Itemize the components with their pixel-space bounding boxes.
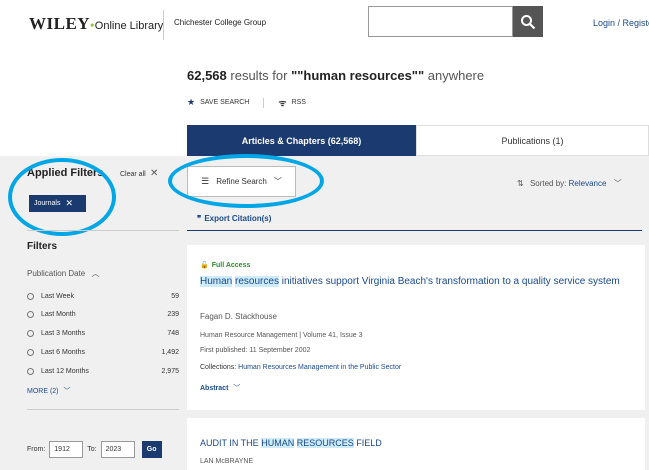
filters-title: Filters xyxy=(27,241,58,252)
date-option-count: 59 xyxy=(171,293,179,300)
title-text: FIELD xyxy=(356,438,382,448)
star-icon: ★ xyxy=(187,97,196,107)
date-option-label: Last 3 Months xyxy=(41,330,85,337)
radio-button[interactable] xyxy=(27,368,34,375)
search-icon xyxy=(521,14,536,29)
date-option-last-month[interactable]: Last Month 239 xyxy=(27,311,179,318)
publication-date-toggle[interactable]: Publication Date ︿ xyxy=(27,268,100,279)
to-label: To: xyxy=(87,446,97,453)
publication-date-label: Publication Date xyxy=(27,269,86,278)
radio-button[interactable] xyxy=(27,311,34,318)
result-card xyxy=(187,245,645,410)
rss-icon: ᯤ xyxy=(278,98,287,108)
collections-link[interactable]: Human Resources Management in the Public… xyxy=(238,364,401,371)
date-option-label: Last 12 Months xyxy=(41,368,89,375)
more-label: MORE (2) xyxy=(27,388,59,395)
results-query: ""human resources"" xyxy=(291,68,425,83)
annotation-circle-applied-filters xyxy=(8,158,116,236)
chevron-down-icon: ﹀ xyxy=(63,388,71,395)
radio-button[interactable] xyxy=(27,293,34,300)
results-heading: 62,568 results for ""human resources"" a… xyxy=(187,68,484,83)
chevron-down-icon: ﹀ xyxy=(233,385,241,392)
date-option-last-6-months[interactable]: Last 6 Months 1,492 xyxy=(27,349,179,356)
header-divider xyxy=(163,10,164,40)
results-count: 62,568 xyxy=(187,68,227,83)
date-option-label: Last Month xyxy=(41,311,76,318)
radio-button[interactable] xyxy=(27,349,34,356)
result-title-link[interactable]: Human resources initiatives support Virg… xyxy=(200,274,632,289)
date-option-last-12-months[interactable]: Last 12 Months 2,975 xyxy=(27,368,179,375)
title-text: AUDIT IN THE xyxy=(200,438,259,448)
logo-subtitle: Online Library xyxy=(94,20,164,32)
results-scope: anywhere xyxy=(427,68,485,83)
date-option-last-3-months[interactable]: Last 3 Months 748 xyxy=(27,330,179,337)
result-journal[interactable]: Human Resource Management | Volume 41, I… xyxy=(200,332,363,339)
more-date-options-link[interactable]: MORE (2) ﹀ xyxy=(27,386,70,396)
clear-all-link[interactable]: Clear all xyxy=(120,171,146,178)
from-label: From: xyxy=(27,446,46,453)
institution-name: Chichester College Group xyxy=(174,18,267,27)
logo-wordmark: WILEY xyxy=(29,14,91,33)
from-year-input[interactable]: 1912 xyxy=(49,441,84,458)
search-button[interactable] xyxy=(513,6,543,37)
access-badge: 🔓 Full Access xyxy=(200,261,250,269)
save-rss-row: ★ SAVE SEARCH ᯤ RSS xyxy=(187,96,306,109)
result-author[interactable]: Fagan D. Stackhouse xyxy=(200,312,277,321)
date-option-count: 239 xyxy=(167,311,179,318)
search-input[interactable] xyxy=(368,6,513,37)
abstract-toggle[interactable]: Abstract ﹀ xyxy=(200,383,240,393)
date-option-count: 2,975 xyxy=(161,368,179,375)
go-button[interactable]: Go xyxy=(141,441,162,458)
abstract-label: Abstract xyxy=(200,385,229,392)
result-title-link[interactable]: AUDIT IN THE HUMAN RESOURCES FIELD xyxy=(200,438,382,448)
export-citations-link[interactable]: ❞ Export Citation(s) xyxy=(197,214,271,223)
to-year-input[interactable]: 2023 xyxy=(100,441,135,458)
login-link[interactable]: Login / Registe xyxy=(593,18,649,28)
date-option-count: 1,492 xyxy=(161,349,179,356)
toolbar-underline xyxy=(187,230,642,231)
date-option-label: Last Week xyxy=(41,293,74,300)
quote-icon: ❞ xyxy=(197,214,202,223)
title-text: initiatives support Virginia Beach's tra… xyxy=(281,276,620,287)
results-for-text: results for xyxy=(230,68,288,83)
date-option-last-week[interactable]: Last Week 59 xyxy=(27,293,179,300)
wiley-logo[interactable]: WILEY•Online Library xyxy=(29,14,163,34)
chevron-down-icon: ﹀ xyxy=(613,179,622,188)
separator xyxy=(263,97,265,108)
result-published: First published: 11 September 2002 xyxy=(200,347,311,354)
sidebar-divider xyxy=(27,230,179,231)
sorted-by-value: Relevance xyxy=(568,179,607,188)
save-search-link[interactable]: SAVE SEARCH xyxy=(200,99,249,106)
chevron-up-icon: ︿ xyxy=(91,269,100,278)
result-author[interactable]: LAN McBRAYNE xyxy=(200,458,253,465)
sidebar-divider xyxy=(27,409,179,410)
date-option-label: Last 6 Months xyxy=(41,349,85,356)
title-highlight: resources xyxy=(235,276,279,287)
access-label: Full Access xyxy=(211,262,251,269)
sort-icon: ⇅ xyxy=(517,179,524,188)
collections-label: Collections: xyxy=(200,364,237,371)
export-label: Export Citation(s) xyxy=(204,214,272,223)
top-bar: WILEY•Online Library Chichester College … xyxy=(0,0,649,48)
tab-publications[interactable]: Publications (1) xyxy=(416,125,649,156)
radio-button[interactable] xyxy=(27,330,34,337)
rss-link[interactable]: RSS xyxy=(292,99,306,106)
annotation-circle-refine-search xyxy=(168,154,324,208)
date-range-form: From: 1912 To: 2023 Go xyxy=(27,441,162,458)
title-highlight: RESOURCES xyxy=(296,438,354,448)
title-highlight: Human xyxy=(200,276,233,287)
sort-dropdown[interactable]: ⇅ Sorted by: Relevance ﹀ xyxy=(517,178,622,189)
date-option-count: 748 xyxy=(167,330,179,337)
result-collections: Collections: Human Resources Management … xyxy=(200,364,401,371)
clear-all-close-icon[interactable]: ✕ xyxy=(150,168,158,179)
tab-articles-chapters[interactable]: Articles & Chapters (62,568) xyxy=(187,125,416,156)
sorted-by-label: Sorted by: xyxy=(529,179,567,188)
unlock-icon: 🔓 xyxy=(200,262,209,269)
title-highlight: HUMAN xyxy=(261,438,295,448)
